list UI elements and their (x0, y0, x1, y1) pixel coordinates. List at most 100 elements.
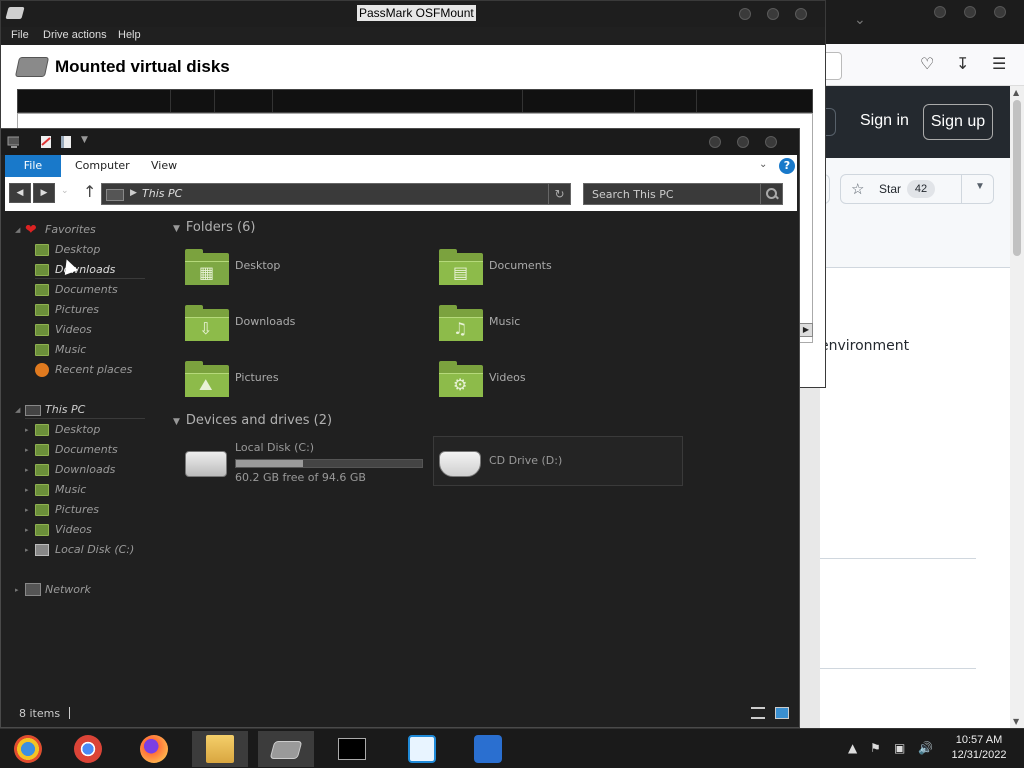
nav-fav-downloads[interactable]: Downloads (35, 261, 145, 279)
action-center-flag-icon[interactable]: ⚑ (870, 741, 881, 755)
new-folder-icon[interactable] (59, 135, 71, 149)
expand-arrow-icon[interactable]: ▸ (25, 441, 29, 459)
expand-ribbon-icon[interactable]: ⌄ (759, 159, 767, 170)
scroll-down-icon[interactable]: ▼ (1013, 717, 1019, 726)
explorer-titlebar[interactable]: ▼ (1, 129, 799, 155)
folder-music[interactable]: ♫ Music (439, 305, 659, 349)
nav-fav-pictures[interactable]: Pictures (35, 301, 145, 319)
drive-local-disk-c[interactable]: Local Disk (C:) 60.2 GB free of 94.6 GB (185, 441, 425, 487)
taskbar-chrome[interactable] (60, 731, 116, 767)
breadcrumb[interactable]: This PC (142, 187, 182, 200)
tab-list-chevron-icon[interactable]: ⌄ (854, 12, 866, 28)
close-button[interactable] (795, 8, 807, 20)
expand-arrow-icon[interactable]: ▸ (25, 501, 29, 519)
expand-arrow-icon[interactable]: ▸ (25, 541, 29, 559)
folder-desktop[interactable]: ▦ Desktop (185, 249, 405, 293)
nav-pc-music[interactable]: ▸ Music (25, 481, 145, 499)
tab-file[interactable]: File (5, 155, 61, 177)
nav-network[interactable]: ▸ Network (15, 581, 145, 599)
tab-computer[interactable]: Computer (75, 155, 130, 177)
show-hidden-icons-icon[interactable]: ▲ (848, 741, 857, 755)
devices-section-header[interactable]: ▼ Devices and drives (2) (173, 413, 332, 428)
column-divider[interactable] (170, 90, 171, 112)
menu-icon[interactable]: ☰ (992, 54, 1006, 73)
collapse-arrow-icon[interactable]: ◢ (15, 401, 20, 419)
expand-arrow-icon[interactable]: ▸ (25, 481, 29, 499)
address-bar[interactable]: ▶ This PC ↻ (101, 183, 571, 205)
system-clock[interactable]: 10:57 AM 12/31/2022 (944, 733, 1014, 763)
nav-pc-local-disk[interactable]: ▸ Local Disk (C:) (25, 541, 155, 559)
search-icon[interactable] (760, 184, 782, 204)
computer-icon[interactable] (7, 135, 19, 149)
start-button[interactable] (0, 731, 56, 767)
expand-arrow-icon[interactable]: ▸ (25, 461, 29, 479)
volume-icon[interactable]: 🔊 (918, 741, 933, 755)
collapse-arrow-icon[interactable]: ◢ (15, 221, 20, 239)
downloads-icon[interactable]: ↧ (956, 54, 969, 73)
breadcrumb-arrow-icon[interactable]: ▶ (130, 188, 137, 198)
maximize-button[interactable] (767, 8, 779, 20)
folder-videos[interactable]: ⚙ Videos (439, 361, 659, 405)
nav-favorites[interactable]: ◢ ❤ Favorites (15, 221, 145, 239)
expand-arrow-icon[interactable]: ▸ (15, 581, 19, 599)
sign-up-button[interactable]: Sign up (923, 104, 993, 140)
browser-scrollbar[interactable]: ▲ ▼ (1010, 86, 1024, 728)
forward-button[interactable]: ▶ (33, 183, 55, 203)
close-button[interactable] (994, 6, 1006, 18)
column-divider[interactable] (522, 90, 523, 112)
network-icon[interactable]: ▣ (894, 741, 905, 755)
nav-fav-videos[interactable]: Videos (35, 321, 145, 339)
sign-in-link[interactable]: Sign in (860, 112, 909, 130)
properties-icon[interactable] (39, 135, 51, 149)
taskbar-file-explorer[interactable] (192, 731, 248, 767)
taskbar-app-settings[interactable] (460, 731, 516, 767)
nav-fav-desktop[interactable]: Desktop (35, 241, 145, 259)
column-divider[interactable] (214, 90, 215, 112)
search-field[interactable] (583, 183, 783, 205)
customize-qat-icon[interactable]: ▼ (81, 135, 93, 149)
scroll-up-icon[interactable]: ▲ (1013, 88, 1019, 97)
nav-this-pc[interactable]: ◢ This PC (15, 401, 145, 419)
up-arrow-icon[interactable]: ↑ (83, 182, 96, 201)
folder-pictures[interactable]: ⛰ Pictures (185, 361, 405, 405)
search-input[interactable] (584, 184, 760, 204)
nav-pc-pictures[interactable]: ▸ Pictures (25, 501, 145, 519)
drive-cd-d[interactable]: CD Drive (D:) (439, 441, 679, 487)
nav-pc-desktop[interactable]: ▸ Desktop (25, 421, 145, 439)
expand-arrow-icon[interactable]: ▸ (25, 421, 29, 439)
folders-section-header[interactable]: ▼ Folders (6) (173, 220, 255, 235)
menu-file[interactable]: File (11, 29, 29, 41)
column-divider[interactable] (272, 90, 273, 112)
expand-arrow-icon[interactable]: ▸ (25, 521, 29, 539)
nav-fav-music[interactable]: Music (35, 341, 145, 359)
star-button[interactable]: ☆ Star 42 ▼ (840, 174, 994, 204)
refresh-icon[interactable]: ↻ (548, 184, 570, 204)
help-icon[interactable]: ? (779, 158, 795, 174)
minimize-button[interactable] (709, 136, 721, 148)
menu-drive-actions[interactable]: Drive actions (43, 29, 107, 41)
minimize-button[interactable] (739, 8, 751, 20)
recent-locations-icon[interactable]: ⌄ (61, 186, 69, 196)
nav-pc-downloads[interactable]: ▸ Downloads (25, 461, 145, 479)
close-button[interactable] (765, 136, 777, 148)
scrollbar-thumb[interactable] (1013, 100, 1021, 256)
taskbar-osfmount[interactable] (258, 731, 314, 767)
scroll-right-icon[interactable]: ▶ (799, 323, 813, 337)
column-divider[interactable] (696, 90, 697, 112)
folder-downloads[interactable]: ⇩ Downloads (185, 305, 405, 349)
tab-view[interactable]: View (151, 155, 177, 177)
taskbar-command-prompt[interactable] (324, 731, 380, 767)
chevron-down-icon[interactable]: ▼ (975, 181, 985, 192)
large-icons-view-icon[interactable] (775, 707, 789, 719)
maximize-button[interactable] (737, 136, 749, 148)
nav-fav-documents[interactable]: Documents (35, 281, 145, 299)
maximize-button[interactable] (964, 6, 976, 18)
details-view-icon[interactable] (751, 707, 765, 719)
nav-pc-documents[interactable]: ▸ Documents (25, 441, 145, 459)
taskbar-firefox[interactable] (126, 731, 182, 767)
back-button[interactable]: ◀ (9, 183, 31, 203)
menu-help[interactable]: Help (118, 29, 141, 41)
nav-fav-recent-places[interactable]: Recent places (35, 361, 155, 379)
pocket-icon[interactable]: ♡ (920, 54, 934, 73)
folder-documents[interactable]: ▤ Documents (439, 249, 659, 293)
